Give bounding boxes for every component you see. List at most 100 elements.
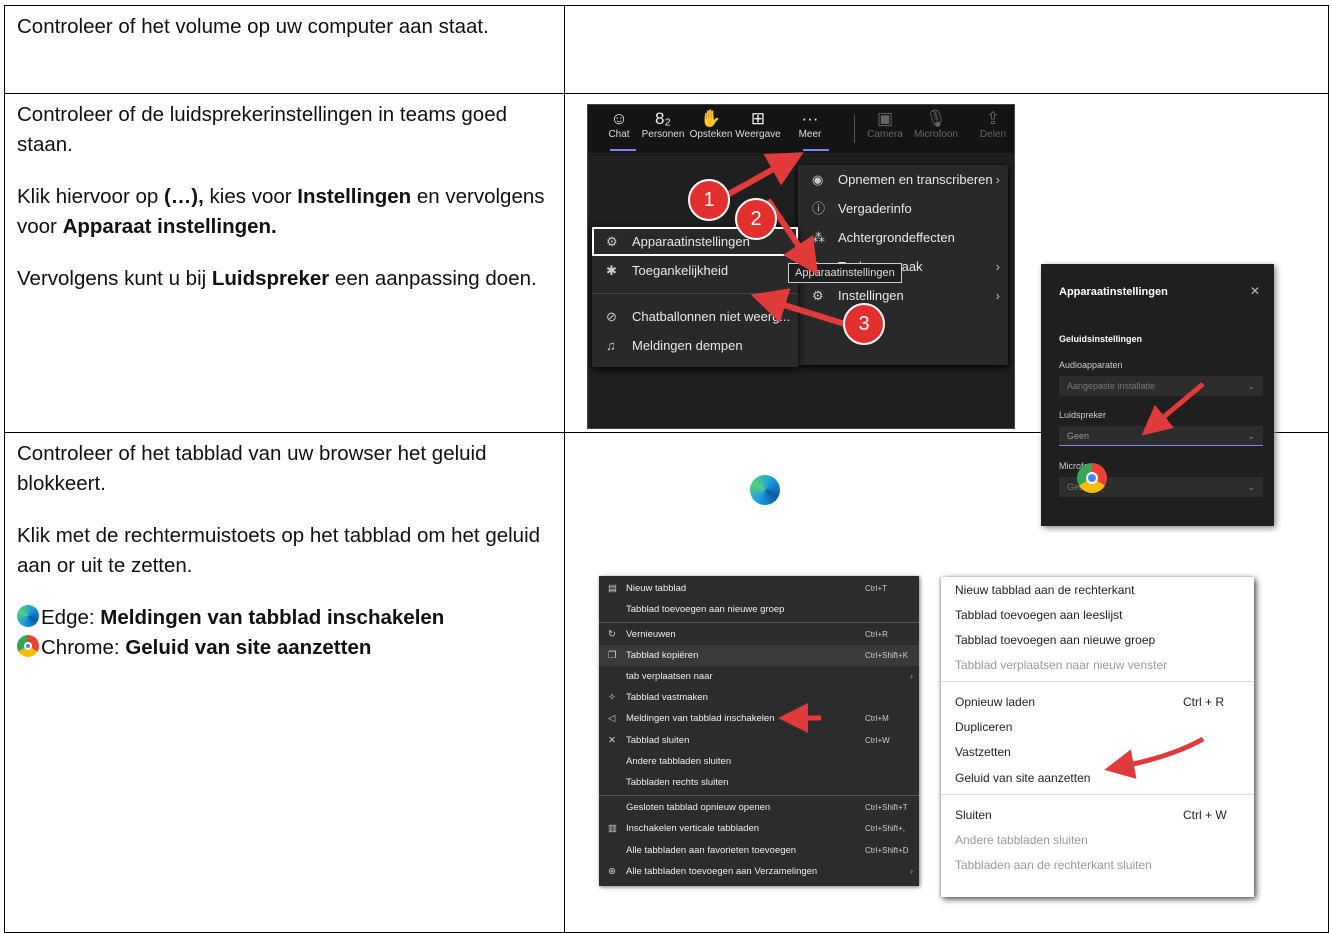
gear-icon: ⚙ bbox=[606, 234, 618, 249]
row2-paragraph-1: Controleer of de luidsprekerinstellingen… bbox=[17, 103, 508, 156]
edge-logo-icon bbox=[750, 475, 780, 505]
teams-meeting-screenshot: ☺ Chat 8₂ Personen ✋ Opsteken ⊞ Weergave ···… bbox=[587, 104, 1015, 429]
pin-icon: ✧ bbox=[608, 692, 616, 703]
vertical-tabs-icon: ▥ bbox=[608, 823, 617, 834]
chrome-logo-icon bbox=[17, 635, 39, 657]
collections-icon: ⊕ bbox=[608, 866, 616, 877]
teams-mic-button[interactable]: 🎙 Microfoon bbox=[911, 109, 961, 140]
instruction-table: Controleer of het volume op uw computer … bbox=[4, 5, 1329, 933]
row2-paragraph-2: Klik hiervoor op (…), kies voor Instelli… bbox=[17, 185, 545, 238]
chrome-menu-item[interactable]: Geluid van site aanzetten bbox=[955, 768, 1090, 788]
step-badge-1: 1 bbox=[688, 179, 730, 221]
row3-chrome-line: Chrome: Geluid van site aanzetten bbox=[17, 633, 554, 663]
speaker-label: Luidspreker bbox=[1059, 410, 1107, 420]
close-icon[interactable]: ✕ bbox=[1250, 284, 1260, 298]
chrome-menu-item[interactable]: Tabbladen aan de rechterkant sluiten bbox=[955, 855, 1152, 875]
edge-menu-item[interactable]: tab verplaatsen naar › bbox=[599, 666, 919, 687]
chevron-down-icon: ⌄ bbox=[1247, 381, 1255, 391]
device-settings-tooltip: Apparaatinstellingen bbox=[788, 263, 902, 283]
gear-icon: ⚙ bbox=[812, 288, 824, 303]
people-icon: 8₂ bbox=[654, 109, 672, 128]
edge-tab-context-menu: ▤ Nieuw tabblad Ctrl+T Tabblad toevoegen a… bbox=[599, 576, 919, 886]
edge-menu-item[interactable]: ❐ Tabblad kopiëren Ctrl+Shift+K bbox=[599, 645, 919, 666]
new-tab-icon: ▤ bbox=[608, 583, 617, 594]
row3-edge-line: Edge: Meldingen van tabblad inschakelen bbox=[17, 603, 554, 633]
teams-toolbar: ☺ Chat 8₂ Personen ✋ Opsteken ⊞ Weergave ···… bbox=[588, 105, 1014, 153]
teams-raise-hand-button[interactable]: ✋ Opsteken bbox=[686, 109, 736, 140]
chevron-right-icon: › bbox=[995, 288, 1000, 303]
chat-bubble-off-icon: ⊘ bbox=[606, 309, 617, 324]
chevron-right-icon: › bbox=[909, 671, 913, 682]
teams-view-button[interactable]: ⊞ Weergave bbox=[733, 109, 783, 140]
refresh-icon: ↻ bbox=[608, 629, 616, 640]
share-icon: ⇪ bbox=[985, 109, 1001, 128]
background-effects-icon: ⁂ bbox=[812, 230, 825, 245]
menu-item-chat-bubbles[interactable]: ⊘ Chatballonnen niet weerg... bbox=[592, 302, 798, 331]
row3-image-cell: ▤ Nieuw tabblad Ctrl+T Tabblad toevoegen a… bbox=[564, 432, 1329, 933]
teams-share-button[interactable]: ⇪ Delen bbox=[968, 109, 1014, 140]
chrome-menu-item[interactable]: Tabblad verplaatsen naar nieuw venster bbox=[955, 655, 1167, 675]
chrome-menu-item[interactable]: Opnieuw laden Ctrl + R bbox=[955, 692, 1245, 712]
copy-tab-icon: ❐ bbox=[608, 650, 617, 661]
chrome-menu-item[interactable]: Dupliceren bbox=[955, 717, 1012, 737]
chrome-menu-item[interactable]: Vastzetten bbox=[955, 742, 1011, 762]
teams-settings-submenu: ⚙ Apparaatinstellingen ✱ Toegankelijkheid … bbox=[592, 227, 798, 367]
row2-image-cell: ☺ Chat 8₂ Personen ✋ Opsteken ⊞ Weergave ···… bbox=[564, 93, 1329, 526]
more-icon: ··· bbox=[801, 109, 819, 128]
chevron-right-icon: › bbox=[995, 172, 1000, 187]
chat-icon: ☺ bbox=[610, 109, 628, 128]
edge-menu-item[interactable]: Tabblad toevoegen aan nieuwe groep bbox=[599, 599, 919, 620]
chrome-menu-item[interactable]: Sluiten Ctrl + W bbox=[955, 805, 1245, 825]
step-badge-2: 2 bbox=[735, 198, 777, 240]
bell-off-icon: ♫ bbox=[606, 338, 616, 353]
row1-text: Controleer of het volume op uw computer … bbox=[17, 15, 489, 38]
camera-icon: ▣ bbox=[876, 109, 894, 128]
audio-devices-label: Audioapparaten bbox=[1059, 360, 1123, 370]
teams-more-button[interactable]: ··· Meer bbox=[785, 109, 835, 140]
teams-people-button[interactable]: 8₂ Personen bbox=[638, 109, 688, 140]
row1-image-cell bbox=[564, 5, 1329, 94]
menu-item-settings[interactable]: ⚙ Instellingen › bbox=[798, 281, 1008, 310]
menu-item-meeting-info[interactable]: ⓘ Vergaderinfo bbox=[798, 194, 1008, 223]
edge-menu-item[interactable]: Andere tabbladen sluiten bbox=[599, 751, 919, 772]
row2-text-cell: Controleer of de luidsprekerinstellingen… bbox=[4, 93, 565, 433]
teams-chat-button[interactable]: ☺ Chat bbox=[594, 109, 644, 140]
edge-menu-item[interactable]: ✧ Tabblad vastmaken bbox=[599, 687, 919, 708]
row2-paragraph-3: Vervolgens kunt u bij Luidspreker een aa… bbox=[17, 267, 537, 290]
edge-menu-item[interactable]: ▥ Inschakelen verticale tabbladen Ctrl+Shi… bbox=[599, 818, 919, 839]
sound-settings-heading: Geluidsinstellingen bbox=[1059, 334, 1143, 344]
chrome-menu-item[interactable]: Nieuw tabblad aan de rechterkant bbox=[955, 580, 1134, 600]
chevron-right-icon: › bbox=[995, 259, 1000, 274]
menu-item-accessibility[interactable]: ✱ Toegankelijkheid bbox=[592, 256, 798, 285]
row3-paragraph-1: Controleer of het tabblad van uw browser… bbox=[17, 442, 487, 495]
menu-item-mute-notifications[interactable]: ♫ Meldingen dempen bbox=[592, 331, 798, 360]
audio-devices-select[interactable]: Aangepaste installatie ⌄ bbox=[1059, 376, 1263, 396]
step-badge-3: 3 bbox=[843, 303, 885, 345]
edge-menu-item[interactable]: ✕ Tabblad sluiten Ctrl+W bbox=[599, 730, 919, 751]
chrome-logo-icon bbox=[1077, 463, 1107, 493]
edge-menu-item[interactable]: ↻ Vernieuwen Ctrl+R bbox=[599, 624, 919, 645]
menu-item-background[interactable]: ⁂ Achtergrondeffecten bbox=[798, 223, 1008, 252]
edge-menu-item[interactable]: ▤ Nieuw tabblad Ctrl+T bbox=[599, 578, 919, 599]
row3-text-cell: Controleer of het tabblad van uw browser… bbox=[4, 432, 565, 933]
edge-logo-icon bbox=[17, 605, 39, 627]
edge-menu-item[interactable]: ◁ Meldingen van tabblad inschakelen Ctrl+M bbox=[599, 708, 919, 729]
edge-menu-item[interactable]: Tabbladen rechts sluiten bbox=[599, 772, 919, 793]
close-icon: ✕ bbox=[608, 735, 616, 746]
row3-paragraph-2: Klik met de rechtermuistoets op het tabb… bbox=[17, 524, 541, 577]
menu-item-record[interactable]: ◉ Opnemen en transcriberen › bbox=[798, 165, 1008, 194]
edge-menu-item[interactable]: Alle tabbladen aan favorieten toevoegen C… bbox=[599, 840, 919, 861]
chevron-right-icon: › bbox=[909, 866, 913, 877]
teams-camera-button[interactable]: ▣ Camera bbox=[860, 109, 910, 140]
edge-menu-item[interactable]: ⊕ Alle tabbladen toevoegen aan Verzamelin… bbox=[599, 861, 919, 882]
row1-text-cell: Controleer of het volume op uw computer … bbox=[4, 5, 565, 94]
record-icon: ◉ bbox=[812, 172, 824, 187]
accessibility-icon: ✱ bbox=[606, 263, 617, 278]
microphone-icon: 🎙 bbox=[925, 109, 947, 128]
chrome-menu-item[interactable]: Andere tabbladen sluiten bbox=[955, 830, 1088, 850]
chrome-tab-context-menu: Nieuw tabblad aan de rechterkant Tabblad… bbox=[941, 577, 1254, 897]
view-grid-icon: ⊞ bbox=[750, 109, 766, 128]
chrome-menu-item[interactable]: Tabblad toevoegen aan nieuwe groep bbox=[955, 630, 1155, 650]
edge-menu-item[interactable]: Gesloten tabblad opnieuw openen Ctrl+Shif… bbox=[599, 797, 919, 818]
chrome-menu-item[interactable]: Tabblad toevoegen aan leeslijst bbox=[955, 605, 1122, 625]
